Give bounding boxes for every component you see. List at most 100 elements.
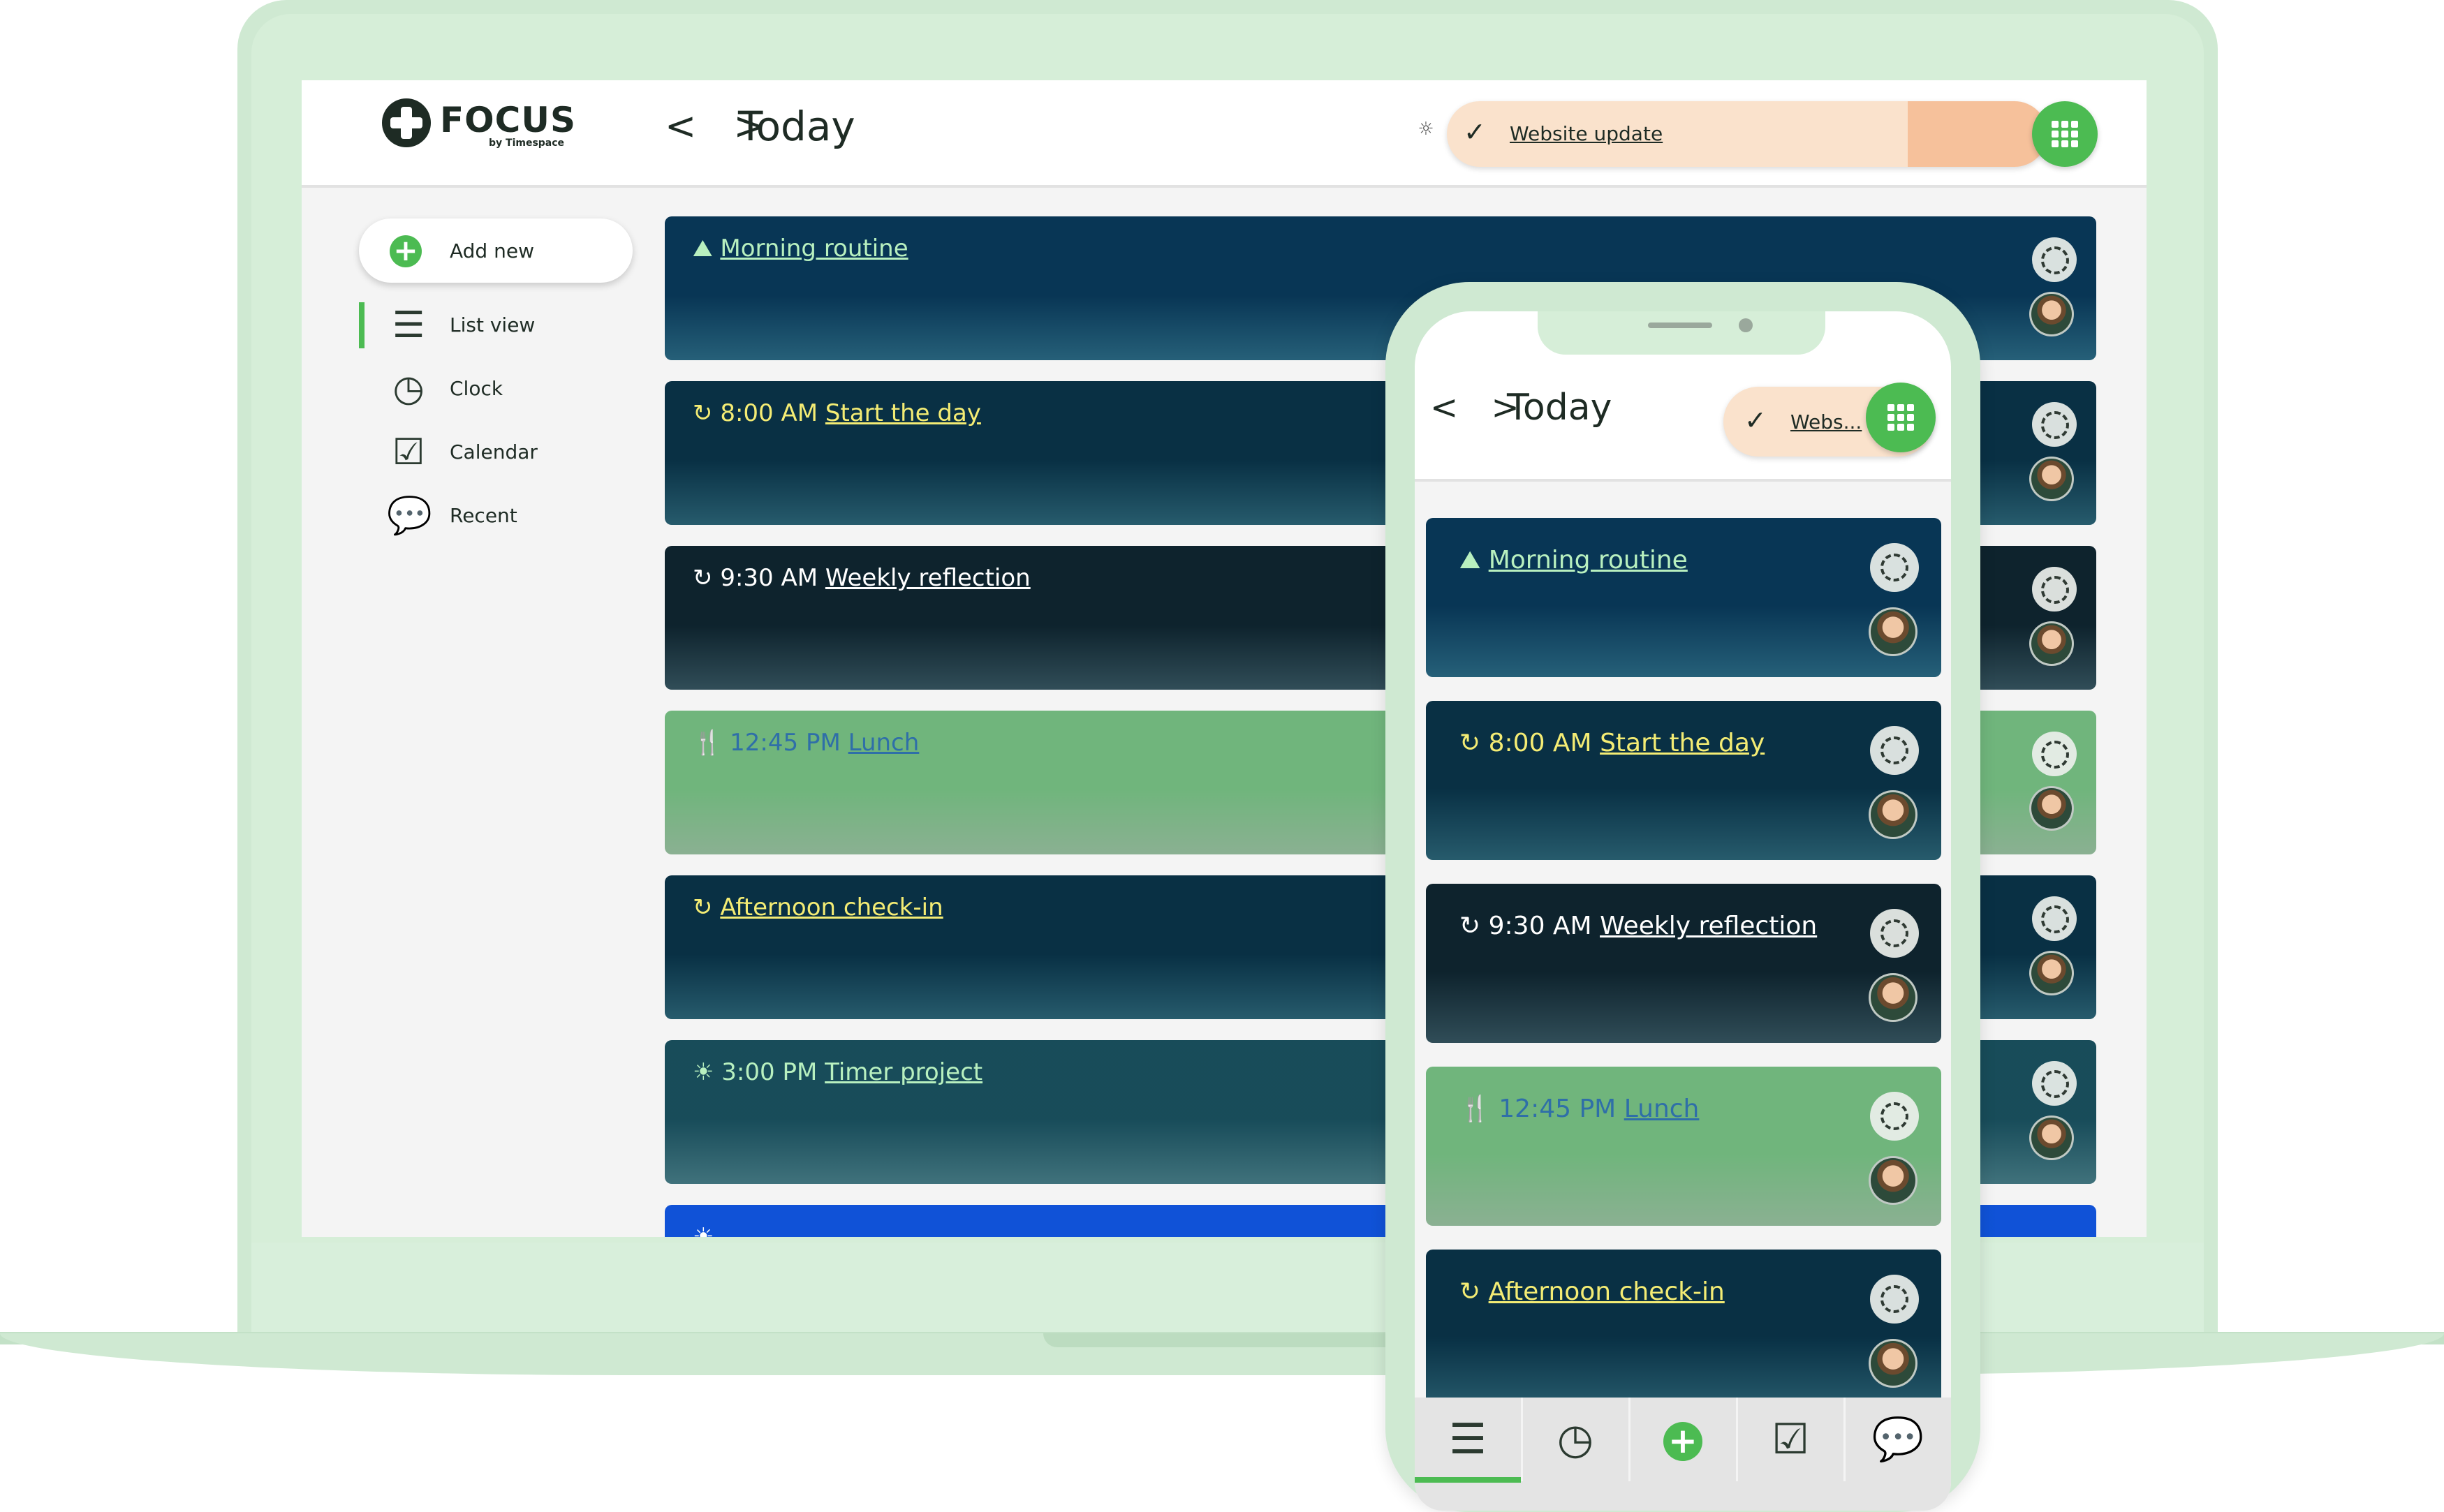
bug-icon[interactable]: ☼ (1416, 119, 1436, 139)
task-card-label: ↻ Afternoon check-in (693, 894, 943, 921)
focus-target-icon[interactable] (2032, 732, 2077, 776)
task-card[interactable]: ↻ Afternoon check-in (1426, 1250, 1941, 1409)
tab-list[interactable]: ☰ (1415, 1398, 1523, 1481)
logo-text: FOCUS (440, 100, 576, 140)
list-icon: ☰ (392, 304, 425, 346)
focus-target-icon[interactable] (2032, 896, 2077, 941)
phone-camera (1739, 318, 1753, 332)
apps-grid-button[interactable] (1866, 383, 1936, 452)
avatar[interactable] (1869, 973, 1917, 1022)
calendar-icon: ☑ (392, 431, 425, 473)
task-title-link[interactable]: Lunch (1624, 1095, 1700, 1123)
sidebar-item-list-view[interactable]: ☰ List view (359, 297, 633, 353)
focus-target-icon[interactable] (1870, 909, 1919, 958)
avatar[interactable] (2029, 786, 2074, 831)
focus-target-icon[interactable] (2032, 567, 2077, 612)
task-time: 8:00 AM (720, 399, 818, 427)
phone-speaker (1648, 323, 1712, 328)
chat-icon: 💬 (1871, 1415, 1924, 1464)
grid-icon (2052, 121, 2078, 147)
task-progress-fill (1908, 101, 2047, 167)
plus-icon: + (390, 235, 422, 267)
task-title-link[interactable]: Start the day (825, 399, 981, 427)
task-title-link[interactable]: Afternoon check-in (1489, 1277, 1725, 1306)
task-card-label: ↻ 9:30 AM Weekly reflection (693, 564, 1031, 592)
task-type-icon: ⛰ (1459, 546, 1481, 575)
task-type-icon: ↻ (1459, 1277, 1481, 1306)
tab-recent[interactable]: 💬 (1845, 1398, 1951, 1481)
task-card-label: ↻ Afternoon check-in (1459, 1273, 1823, 1311)
task-type-icon: ↻ (693, 894, 713, 921)
sidebar-item-label: Recent (450, 504, 517, 527)
focus-target-icon[interactable] (1870, 1275, 1919, 1324)
add-new-button[interactable]: + Add new (359, 218, 633, 283)
task-type-icon: ↻ (693, 399, 713, 427)
tab-add[interactable]: + (1630, 1398, 1738, 1481)
current-task-pill[interactable]: ✓ Website update (1447, 101, 2047, 167)
laptop-notch (1043, 1333, 1401, 1347)
task-title-link[interactable]: Timer project (825, 1058, 982, 1086)
focus-target-icon[interactable] (1870, 726, 1919, 775)
task-title-link[interactable]: Weekly reflection (1600, 912, 1817, 940)
avatar[interactable] (2029, 457, 2074, 501)
task-time: 12:45 PM (1499, 1095, 1617, 1123)
phone-tab-bar: ☰ ◷ + ☑ 💬 (1415, 1398, 1951, 1511)
task-card[interactable]: ⛰ Morning routine (1426, 518, 1941, 677)
current-task-label[interactable]: Website update (1510, 122, 1663, 145)
task-card[interactable]: ↻ 8:00 AM Start the day (1426, 701, 1941, 860)
task-title-link[interactable]: Start the day (1600, 729, 1765, 757)
clock-icon: ◷ (1556, 1415, 1594, 1464)
sidebar-item-calendar[interactable]: ☑ Calendar (359, 424, 633, 480)
avatar[interactable] (1869, 1156, 1917, 1205)
task-card-label: ↻ 9:30 AM Weekly reflection (1459, 907, 1823, 945)
task-type-icon: ↻ (1459, 729, 1481, 757)
sidebar-item-label: Clock (450, 377, 503, 400)
tab-clock[interactable]: ◷ (1522, 1398, 1630, 1481)
task-card[interactable]: ↻ 9:30 AM Weekly reflection (1426, 884, 1941, 1043)
active-tab-indicator (1415, 1477, 1521, 1483)
sidebar-item-label: Calendar (450, 440, 538, 464)
avatar[interactable] (2029, 292, 2074, 336)
avatar[interactable] (2029, 1116, 2074, 1160)
avatar[interactable] (2029, 621, 2074, 666)
apps-grid-button[interactable] (2032, 101, 2098, 167)
focus-target-icon[interactable] (2032, 402, 2077, 447)
list-icon: ☰ (1449, 1415, 1487, 1464)
check-icon[interactable]: ✓ (1744, 405, 1767, 436)
task-card[interactable]: 🍴 12:45 PM Lunch (1426, 1067, 1941, 1226)
task-title-link[interactable]: Lunch (848, 729, 920, 757)
focus-target-icon[interactable] (1870, 543, 1919, 592)
sidebar-item-recent[interactable]: 💬 Recent (359, 487, 633, 543)
phone-notch (1538, 311, 1825, 355)
task-card-label: ⛰ Morning routine (1459, 542, 1823, 579)
task-title-link[interactable]: Afternoon check-in (720, 894, 943, 921)
focus-target-icon[interactable] (2032, 237, 2077, 282)
focus-logo-icon (382, 98, 431, 147)
avatar[interactable] (2029, 951, 2074, 995)
task-card-label: ↻ 8:00 AM Start the day (693, 399, 981, 427)
task-type-icon: ☀ (693, 1058, 714, 1086)
task-time: 9:30 AM (720, 564, 818, 592)
sidebar-item-clock[interactable]: ◷ Clock (359, 360, 633, 416)
task-card-label: ⛰ Morning routine (693, 235, 908, 262)
task-card-label: ☀ (693, 1223, 714, 1237)
task-time: 12:45 PM (730, 729, 841, 757)
page-title: Today (738, 103, 855, 150)
task-title-link[interactable]: Morning routine (1489, 546, 1688, 575)
check-icon[interactable]: ✓ (1464, 117, 1486, 147)
avatar[interactable] (1869, 790, 1917, 839)
task-type-icon: ☀ (693, 1223, 714, 1237)
task-type-icon: ⛰ (693, 235, 713, 262)
sidebar-item-label: List view (450, 313, 536, 336)
avatar[interactable] (1869, 607, 1917, 656)
current-task-label[interactable]: Webs... (1790, 410, 1862, 433)
task-title-link[interactable]: Weekly reflection (825, 564, 1031, 592)
task-card-label: 🍴 12:45 PM Lunch (1459, 1090, 1823, 1128)
focus-target-icon[interactable] (2032, 1061, 2077, 1106)
task-title-link[interactable]: Morning routine (720, 235, 908, 262)
tab-calendar[interactable]: ☑ (1737, 1398, 1846, 1481)
avatar[interactable] (1869, 1339, 1917, 1388)
focus-target-icon[interactable] (1870, 1092, 1919, 1141)
task-type-icon: ↻ (693, 564, 713, 592)
top-bar: FOCUS by Timespace < > Today ☼ ✓ Website… (302, 80, 2147, 188)
